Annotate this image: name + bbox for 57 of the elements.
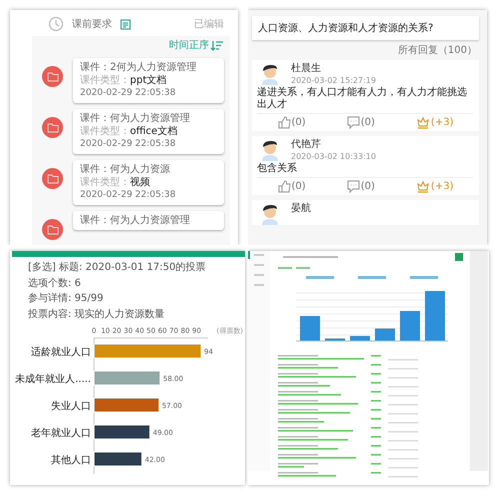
vote-info-line: [多选] 标题: 2020-03-01 17:50的投票 (28, 260, 207, 275)
category-label: 其他人口 (51, 455, 91, 466)
question-text: 人口资源、人力资源和人才资源的关系? (252, 16, 479, 40)
document-icon (120, 18, 131, 30)
reply-text: 递进关系，有人口才能有人力，有人力才能挑选出人才 (257, 87, 468, 111)
section-title: 课前要求 (72, 18, 112, 31)
courseware-card[interactable]: 课件：何为人力资源管理 (73, 211, 224, 230)
folder-icon (46, 70, 58, 82)
type-value: office文档 (130, 126, 178, 137)
folder-icon (46, 122, 58, 134)
courseware-card[interactable]: 课件：何为人力资源 课件类型：视频 2020-02-29 22:05:38 (73, 160, 224, 205)
thumbs-up-icon (278, 116, 291, 129)
comment-button[interactable]: (0) (346, 116, 375, 129)
courseware-card[interactable]: 课件：何为人力资源管理 课件类型：office文档 2020-02-29 22:05:38 (73, 109, 224, 154)
sort-link[interactable]: 时间正序 (169, 38, 209, 52)
type-label: 课件类型： (80, 177, 130, 188)
timestamp: 2020-03-02 15:27:19 (291, 76, 376, 85)
comment-button[interactable]: (0) (346, 180, 375, 193)
vote-info-line: 投票内容: 现实的人力资源数量 (28, 308, 166, 322)
type-value: 视频 (130, 177, 150, 188)
type-label: 课件类型： (80, 126, 130, 137)
crown-icon (416, 180, 430, 193)
reward-button[interactable]: (+3) (416, 116, 454, 129)
timestamp: 2020-02-29 22:05:38 (80, 87, 177, 100)
courseware-card[interactable]: 课件：2何为人力资源管理 课件类型：ppt文档 2020-02-29 22:05:38 (73, 58, 224, 103)
crown-icon (416, 116, 430, 129)
edit-status: 已编辑 (194, 18, 224, 31)
courseware-title: 课件：2何为人力资源管理 (80, 61, 198, 74)
timestamp: 2020-02-29 22:05:38 (80, 189, 177, 202)
type-value: ppt文档 (130, 75, 167, 86)
timestamp: 2020-03-02 10:33:10 (291, 152, 376, 161)
category-label: 未成年就业人..... (15, 374, 91, 385)
vote-info-line: 选项个数: 6 (28, 276, 82, 290)
thumbs-up-icon (278, 180, 291, 193)
courseware-title: 课件：何为人力资源 (80, 163, 171, 176)
user-name: 杜晨生 (291, 63, 322, 75)
reward-button[interactable]: (+3) (416, 180, 454, 193)
vote-info-line: 参与详情: 95/99 (28, 292, 104, 306)
sort-icon[interactable] (210, 38, 224, 52)
folder-icon (46, 224, 58, 236)
category-label: 失业人口 (51, 401, 91, 412)
folder-icon (46, 172, 58, 184)
category-label: 老年就业人口 (31, 428, 91, 439)
type-label: 课件类型： (80, 75, 130, 86)
timestamp: 2020-02-29 22:05:38 (80, 138, 177, 151)
category-label: 适龄就业人口 (31, 347, 91, 358)
clock-icon (48, 16, 64, 32)
like-button[interactable]: (0) (278, 116, 306, 129)
courseware-title: 课件：何为人力资源管理 (80, 112, 191, 125)
reply-count: 所有回复（100） (396, 44, 478, 58)
courseware-title: 课件：何为人力资源管理 (80, 214, 191, 227)
comment-icon (346, 116, 360, 129)
user-name: 晏航 (291, 203, 311, 215)
user-name: 代艳芹 (291, 139, 322, 151)
comment-icon (346, 180, 360, 193)
reply-text: 包含关系 (257, 163, 298, 175)
like-button[interactable]: (0) (278, 180, 306, 193)
